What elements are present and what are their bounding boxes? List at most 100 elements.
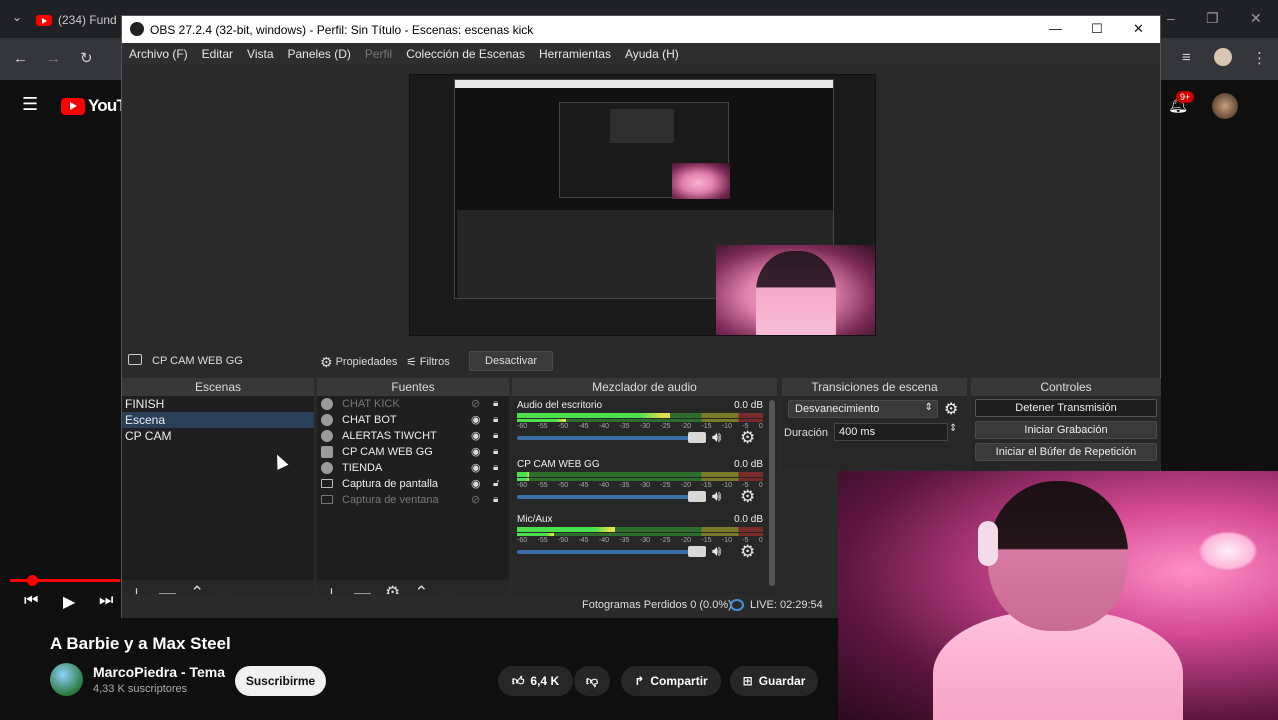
stop-streaming-button[interactable]: Detener Transmisión <box>975 399 1157 417</box>
gear-icon[interactable]: ⚙ <box>740 542 755 562</box>
restore-icon[interactable]: ❐ <box>1206 10 1219 27</box>
nested-titlebar <box>455 80 833 88</box>
eye-hidden-icon[interactable]: ⊘ <box>471 396 480 412</box>
mixer-channel-db: 0.0 dB <box>734 514 763 525</box>
source-row[interactable]: Captura de ventana ⊘ 🔒︎ <box>317 492 509 508</box>
deactivate-button[interactable]: Desactivar <box>469 351 553 371</box>
speaker-icon[interactable]: 🔊︎ <box>712 543 721 560</box>
menu-vista[interactable]: Vista <box>247 47 273 61</box>
monitor-icon <box>321 479 333 488</box>
lock-icon[interactable]: 🔒︎ <box>493 412 498 428</box>
volume-slider[interactable] <box>517 550 702 554</box>
source-row[interactable]: Captura de pantalla ◉ 🔓︎ <box>317 476 509 492</box>
scene-item-cp-cam[interactable]: CP CAM <box>122 428 314 444</box>
eye-icon[interactable]: ◉ <box>471 444 481 460</box>
eye-icon[interactable]: ◉ <box>471 412 481 428</box>
obs-maximize-icon[interactable]: ☐ <box>1091 21 1103 37</box>
source-row[interactable]: CHAT KICK ⊘ 🔒︎ <box>317 396 509 412</box>
source-row[interactable]: CP CAM WEB GG ◉ 🔒︎ <box>317 444 509 460</box>
menu-herramientas[interactable]: Herramientas <box>539 47 611 61</box>
unlock-icon[interactable]: 🔓︎ <box>493 476 499 492</box>
lock-icon[interactable]: 🔒︎ <box>493 428 498 444</box>
previous-icon[interactable]: ⏮ <box>24 592 38 610</box>
dislike-button[interactable]: 👎︎ <box>574 666 610 696</box>
speaker-icon[interactable]: 🔊︎ <box>712 429 721 446</box>
menu-editar[interactable]: Editar <box>202 47 233 61</box>
back-arrow-icon[interactable]: ← <box>13 50 28 67</box>
obs-close-icon[interactable]: ✕ <box>1133 21 1144 37</box>
account-avatar[interactable] <box>1212 93 1238 119</box>
eye-icon[interactable]: ◉ <box>471 428 481 444</box>
close-icon[interactable]: ✕ <box>1250 10 1262 27</box>
subscribe-button[interactable]: Suscribirme <box>235 666 326 696</box>
forward-arrow-icon[interactable]: → <box>46 50 61 67</box>
nested-inner-preview <box>610 109 674 143</box>
meter-tick-label: -60 <box>517 423 528 430</box>
speaker-icon[interactable]: 🔊︎ <box>712 488 721 505</box>
audio-meter-secondary <box>517 419 763 422</box>
volume-slider-handle[interactable] <box>688 491 706 502</box>
menu-coleccion-escenas[interactable]: Colección de Escenas <box>406 47 525 61</box>
lock-icon[interactable]: 🔒︎ <box>493 460 498 476</box>
eye-hidden-icon[interactable]: ⊘ <box>471 492 480 508</box>
more-menu-icon[interactable]: ⋮ <box>1252 49 1267 67</box>
channel-avatar[interactable] <box>50 663 83 696</box>
media-controls-icon[interactable]: ≡ <box>1182 49 1191 66</box>
profile-avatar-icon[interactable] <box>1214 48 1232 66</box>
selected-source-name: CP CAM WEB GG <box>152 355 243 367</box>
scene-item-finish[interactable]: FINISH <box>122 396 314 412</box>
spinner-updown-icon[interactable]: ⇕ <box>949 423 957 434</box>
properties-button[interactable]: ⚙ Propiedades <box>320 352 397 372</box>
mixer-channel: CP CAM WEB GG 0.0 dB -60 -55 -50 -45 -40 -35 -… <box>517 459 763 514</box>
preview-canvas[interactable] <box>409 74 876 336</box>
meter-tick-label: 0 <box>758 423 763 430</box>
volume-slider[interactable] <box>517 436 702 440</box>
dropped-frames: Fotogramas Perdidos 0 (0.0%) <box>582 599 732 611</box>
meter-tick-label: -55 <box>537 482 548 489</box>
channel-name[interactable]: MarcoPiedra - Tema <box>93 664 225 680</box>
filters-button[interactable]: ⚟ Filtros <box>406 352 450 372</box>
start-recording-button[interactable]: Iniciar Grabación <box>975 421 1157 439</box>
browser-tab-youtube[interactable]: (234) Fund <box>36 6 117 34</box>
lock-icon[interactable]: 🔒︎ <box>493 444 498 460</box>
globe-icon <box>321 414 333 426</box>
mixer-scrollbar[interactable] <box>769 400 775 586</box>
like-button[interactable]: 👍︎ 6,4 K <box>498 666 573 696</box>
meter-tick-label: -10 <box>721 423 732 430</box>
obs-preview-area <box>122 65 1160 346</box>
tab-search-icon[interactable]: ⌄ <box>12 10 22 24</box>
obs-minimize-icon[interactable]: — <box>1049 21 1062 36</box>
reload-icon[interactable]: ↻ <box>80 49 93 67</box>
gear-icon[interactable]: ⚙ <box>740 487 755 507</box>
lock-icon[interactable]: 🔒︎ <box>493 396 498 412</box>
menu-archivo[interactable]: Archivo (F) <box>129 47 188 61</box>
hamburger-menu-icon[interactable]: ☰ <box>22 94 38 115</box>
play-icon[interactable]: ▶ <box>63 592 75 612</box>
save-button[interactable]: ⊞ Guardar <box>730 666 818 696</box>
source-row[interactable]: TIENDA ◉ 🔒︎ <box>317 460 509 476</box>
meter-tick-label: -60 <box>517 482 528 489</box>
transition-select[interactable]: Desvanecimiento ⇕ <box>788 400 938 418</box>
next-icon[interactable]: ⏭ <box>99 592 113 610</box>
minimize-icon[interactable]: – <box>1167 10 1175 26</box>
menu-ayuda[interactable]: Ayuda (H) <box>625 47 679 61</box>
volume-slider-handle[interactable] <box>688 432 706 443</box>
gear-icon: ⚙ <box>320 353 333 370</box>
source-row[interactable]: ALERTAS TIWCHT ◉ 🔒︎ <box>317 428 509 444</box>
eye-icon[interactable]: ◉ <box>471 460 481 476</box>
source-row[interactable]: CHAT BOT ◉ 🔒︎ <box>317 412 509 428</box>
eye-icon[interactable]: ◉ <box>471 476 481 492</box>
gear-icon[interactable]: ⚙ <box>740 428 755 448</box>
video-progress-scrubber[interactable] <box>27 575 38 586</box>
gear-icon[interactable]: ⚙ <box>944 399 958 419</box>
lock-icon[interactable]: 🔒︎ <box>493 492 498 508</box>
duration-input[interactable]: 400 ms <box>834 423 948 441</box>
volume-slider-handle[interactable] <box>688 546 706 557</box>
scene-item-escena[interactable]: Escena <box>122 412 314 428</box>
menu-paneles[interactable]: Paneles (D) <box>288 47 351 61</box>
browser-tab-label: (234) Fund <box>58 13 117 27</box>
share-button[interactable]: ↱ Compartir <box>621 666 721 696</box>
obs-titlebar[interactable]: OBS 27.2.4 (32-bit, windows) - Perfil: S… <box>122 16 1160 43</box>
volume-slider[interactable] <box>517 495 702 499</box>
start-replay-buffer-button[interactable]: Iniciar el Búfer de Repetición <box>975 443 1157 461</box>
